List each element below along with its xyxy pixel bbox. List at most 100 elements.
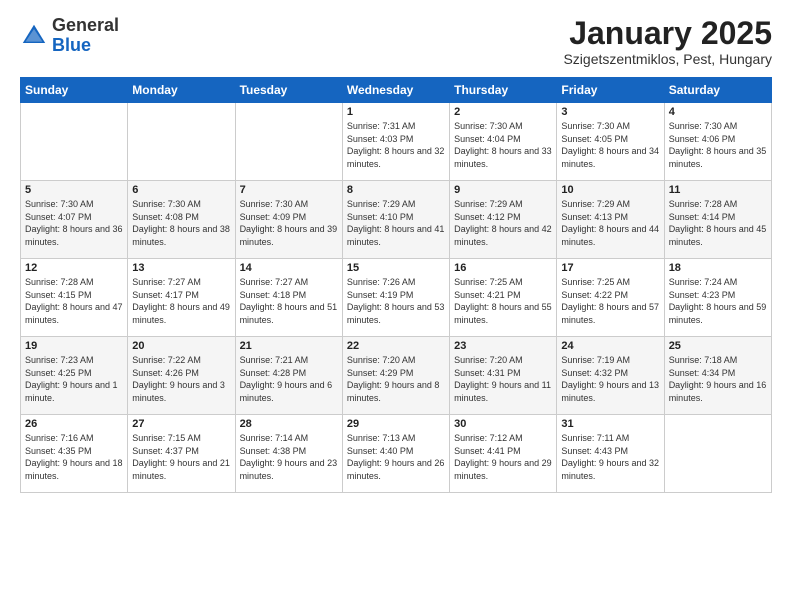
cell-details: Sunrise: 7:20 AMSunset: 4:29 PMDaylight:… [347, 354, 445, 404]
calendar-cell: 29Sunrise: 7:13 AMSunset: 4:40 PMDayligh… [342, 415, 449, 493]
day-number: 11 [669, 184, 767, 196]
weekday-header: Tuesday [235, 78, 342, 103]
calendar-cell: 28 Sunrise: 7:14 AMSunset: 4:38 PMDayligh… [235, 415, 342, 493]
cell-details: Sunrise: 7:21 AMSunset: 4:28 PMDaylight:… [240, 354, 338, 404]
cell-details: Sunrise: 7:13 AMSunset: 4:40 PMDaylight:… [347, 432, 445, 482]
cell-details: Sunrise: 7:27 AMSunset: 4:18 PMDaylight:… [240, 276, 338, 326]
cell-details: Sunrise: 7:29 AMSunset: 4:13 PMDaylight:… [561, 198, 659, 248]
calendar-cell: 11Sunrise: 7:28 AMSunset: 4:14 PMDayligh… [664, 181, 771, 259]
cell-details: Sunrise: 7:30 AMSunset: 4:07 PMDaylight:… [25, 198, 123, 248]
cell-details: Sunrise: 7:24 AMSunset: 4:23 PMDaylight:… [669, 276, 767, 326]
calendar-cell: 10 Sunrise: 7:29 AMSunset: 4:13 PMDayligh… [557, 181, 664, 259]
calendar-cell: 2 Sunrise: 7:30 AMSunset: 4:04 PMDaylight… [450, 103, 557, 181]
calendar-cell: 4 Sunrise: 7:30 AMSunset: 4:06 PMDaylight… [664, 103, 771, 181]
calendar-cell: 9Sunrise: 7:29 AMSunset: 4:12 PMDaylight… [450, 181, 557, 259]
day-number: 21 [240, 340, 338, 352]
calendar-cell: 8 Sunrise: 7:29 AMSunset: 4:10 PMDaylight… [342, 181, 449, 259]
day-number: 16 [454, 262, 552, 274]
logo: General Blue [20, 16, 119, 56]
weekday-header: Saturday [664, 78, 771, 103]
calendar-cell: 30 Sunrise: 7:12 AMSunset: 4:41 PMDayligh… [450, 415, 557, 493]
calendar-cell: 16Sunrise: 7:25 AMSunset: 4:21 PMDayligh… [450, 259, 557, 337]
day-number: 5 [25, 184, 123, 196]
calendar-cell [664, 415, 771, 493]
calendar-cell: 27 Sunrise: 7:15 AMSunset: 4:37 PMDayligh… [128, 415, 235, 493]
calendar-cell [21, 103, 128, 181]
calendar-week-row: 1 Sunrise: 7:31 AMSunset: 4:03 PMDaylight… [21, 103, 772, 181]
cell-details: Sunrise: 7:30 AMSunset: 4:04 PMDaylight:… [454, 120, 552, 170]
calendar-week-row: 5 Sunrise: 7:30 AMSunset: 4:07 PMDaylight… [21, 181, 772, 259]
cell-details: Sunrise: 7:30 AMSunset: 4:05 PMDaylight:… [561, 120, 659, 170]
weekday-header: Friday [557, 78, 664, 103]
day-number: 8 [347, 184, 445, 196]
logo-icon [20, 22, 48, 50]
cell-details: Sunrise: 7:25 AMSunset: 4:22 PMDaylight:… [561, 276, 659, 326]
cell-details: Sunrise: 7:15 AMSunset: 4:37 PMDaylight:… [132, 432, 230, 482]
day-number: 7 [240, 184, 338, 196]
day-number: 9 [454, 184, 552, 196]
day-number: 12 [25, 262, 123, 274]
day-number: 2 [454, 106, 552, 118]
cell-details: Sunrise: 7:30 AMSunset: 4:08 PMDaylight:… [132, 198, 230, 248]
calendar-cell: 14 Sunrise: 7:27 AMSunset: 4:18 PMDayligh… [235, 259, 342, 337]
day-number: 27 [132, 418, 230, 430]
weekday-header: Monday [128, 78, 235, 103]
calendar-table: SundayMondayTuesdayWednesdayThursdayFrid… [20, 77, 772, 493]
header: General Blue January 2025 Szigetszentmik… [20, 16, 772, 67]
logo-general: General [52, 15, 119, 35]
cell-details: Sunrise: 7:28 AMSunset: 4:15 PMDaylight:… [25, 276, 123, 326]
calendar-cell: 3Sunrise: 7:30 AMSunset: 4:05 PMDaylight… [557, 103, 664, 181]
day-number: 24 [561, 340, 659, 352]
cell-details: Sunrise: 7:12 AMSunset: 4:41 PMDaylight:… [454, 432, 552, 482]
day-number: 31 [561, 418, 659, 430]
day-number: 15 [347, 262, 445, 274]
calendar-cell: 19Sunrise: 7:23 AMSunset: 4:25 PMDayligh… [21, 337, 128, 415]
cell-details: Sunrise: 7:26 AMSunset: 4:19 PMDaylight:… [347, 276, 445, 326]
day-number: 22 [347, 340, 445, 352]
day-number: 28 [240, 418, 338, 430]
calendar-cell: 23Sunrise: 7:20 AMSunset: 4:31 PMDayligh… [450, 337, 557, 415]
calendar-cell: 13Sunrise: 7:27 AMSunset: 4:17 PMDayligh… [128, 259, 235, 337]
cell-details: Sunrise: 7:20 AMSunset: 4:31 PMDaylight:… [454, 354, 552, 404]
calendar-cell: 12 Sunrise: 7:28 AMSunset: 4:15 PMDayligh… [21, 259, 128, 337]
weekday-header: Wednesday [342, 78, 449, 103]
cell-details: Sunrise: 7:14 AMSunset: 4:38 PMDaylight:… [240, 432, 338, 482]
calendar-cell: 21 Sunrise: 7:21 AMSunset: 4:28 PMDayligh… [235, 337, 342, 415]
calendar-week-row: 12 Sunrise: 7:28 AMSunset: 4:15 PMDayligh… [21, 259, 772, 337]
weekday-header-row: SundayMondayTuesdayWednesdayThursdayFrid… [21, 78, 772, 103]
cell-details: Sunrise: 7:29 AMSunset: 4:10 PMDaylight:… [347, 198, 445, 248]
logo-blue: Blue [52, 35, 91, 55]
weekday-header: Sunday [21, 78, 128, 103]
cell-details: Sunrise: 7:30 AMSunset: 4:09 PMDaylight:… [240, 198, 338, 248]
day-number: 4 [669, 106, 767, 118]
day-number: 10 [561, 184, 659, 196]
calendar-cell: 7 Sunrise: 7:30 AMSunset: 4:09 PMDaylight… [235, 181, 342, 259]
month-title: January 2025 [563, 16, 772, 51]
cell-details: Sunrise: 7:19 AMSunset: 4:32 PMDaylight:… [561, 354, 659, 404]
page: General Blue January 2025 Szigetszentmik… [0, 0, 792, 612]
cell-details: Sunrise: 7:22 AMSunset: 4:26 PMDaylight:… [132, 354, 230, 404]
day-number: 1 [347, 106, 445, 118]
calendar-week-row: 19Sunrise: 7:23 AMSunset: 4:25 PMDayligh… [21, 337, 772, 415]
day-number: 14 [240, 262, 338, 274]
calendar-cell: 31Sunrise: 7:11 AMSunset: 4:43 PMDayligh… [557, 415, 664, 493]
day-number: 18 [669, 262, 767, 274]
cell-details: Sunrise: 7:18 AMSunset: 4:34 PMDaylight:… [669, 354, 767, 404]
title-block: January 2025 Szigetszentmiklos, Pest, Hu… [563, 16, 772, 67]
day-number: 25 [669, 340, 767, 352]
cell-details: Sunrise: 7:30 AMSunset: 4:06 PMDaylight:… [669, 120, 767, 170]
calendar-cell: 18 Sunrise: 7:24 AMSunset: 4:23 PMDayligh… [664, 259, 771, 337]
calendar-cell: 5 Sunrise: 7:30 AMSunset: 4:07 PMDaylight… [21, 181, 128, 259]
cell-details: Sunrise: 7:31 AMSunset: 4:03 PMDaylight:… [347, 120, 445, 170]
calendar-cell [235, 103, 342, 181]
day-number: 30 [454, 418, 552, 430]
location: Szigetszentmiklos, Pest, Hungary [563, 51, 772, 67]
calendar-cell: 20Sunrise: 7:22 AMSunset: 4:26 PMDayligh… [128, 337, 235, 415]
cell-details: Sunrise: 7:23 AMSunset: 4:25 PMDaylight:… [25, 354, 123, 404]
day-number: 6 [132, 184, 230, 196]
weekday-header: Thursday [450, 78, 557, 103]
calendar-week-row: 26Sunrise: 7:16 AMSunset: 4:35 PMDayligh… [21, 415, 772, 493]
calendar-cell: 6 Sunrise: 7:30 AMSunset: 4:08 PMDaylight… [128, 181, 235, 259]
cell-details: Sunrise: 7:27 AMSunset: 4:17 PMDaylight:… [132, 276, 230, 326]
calendar-cell: 1 Sunrise: 7:31 AMSunset: 4:03 PMDaylight… [342, 103, 449, 181]
